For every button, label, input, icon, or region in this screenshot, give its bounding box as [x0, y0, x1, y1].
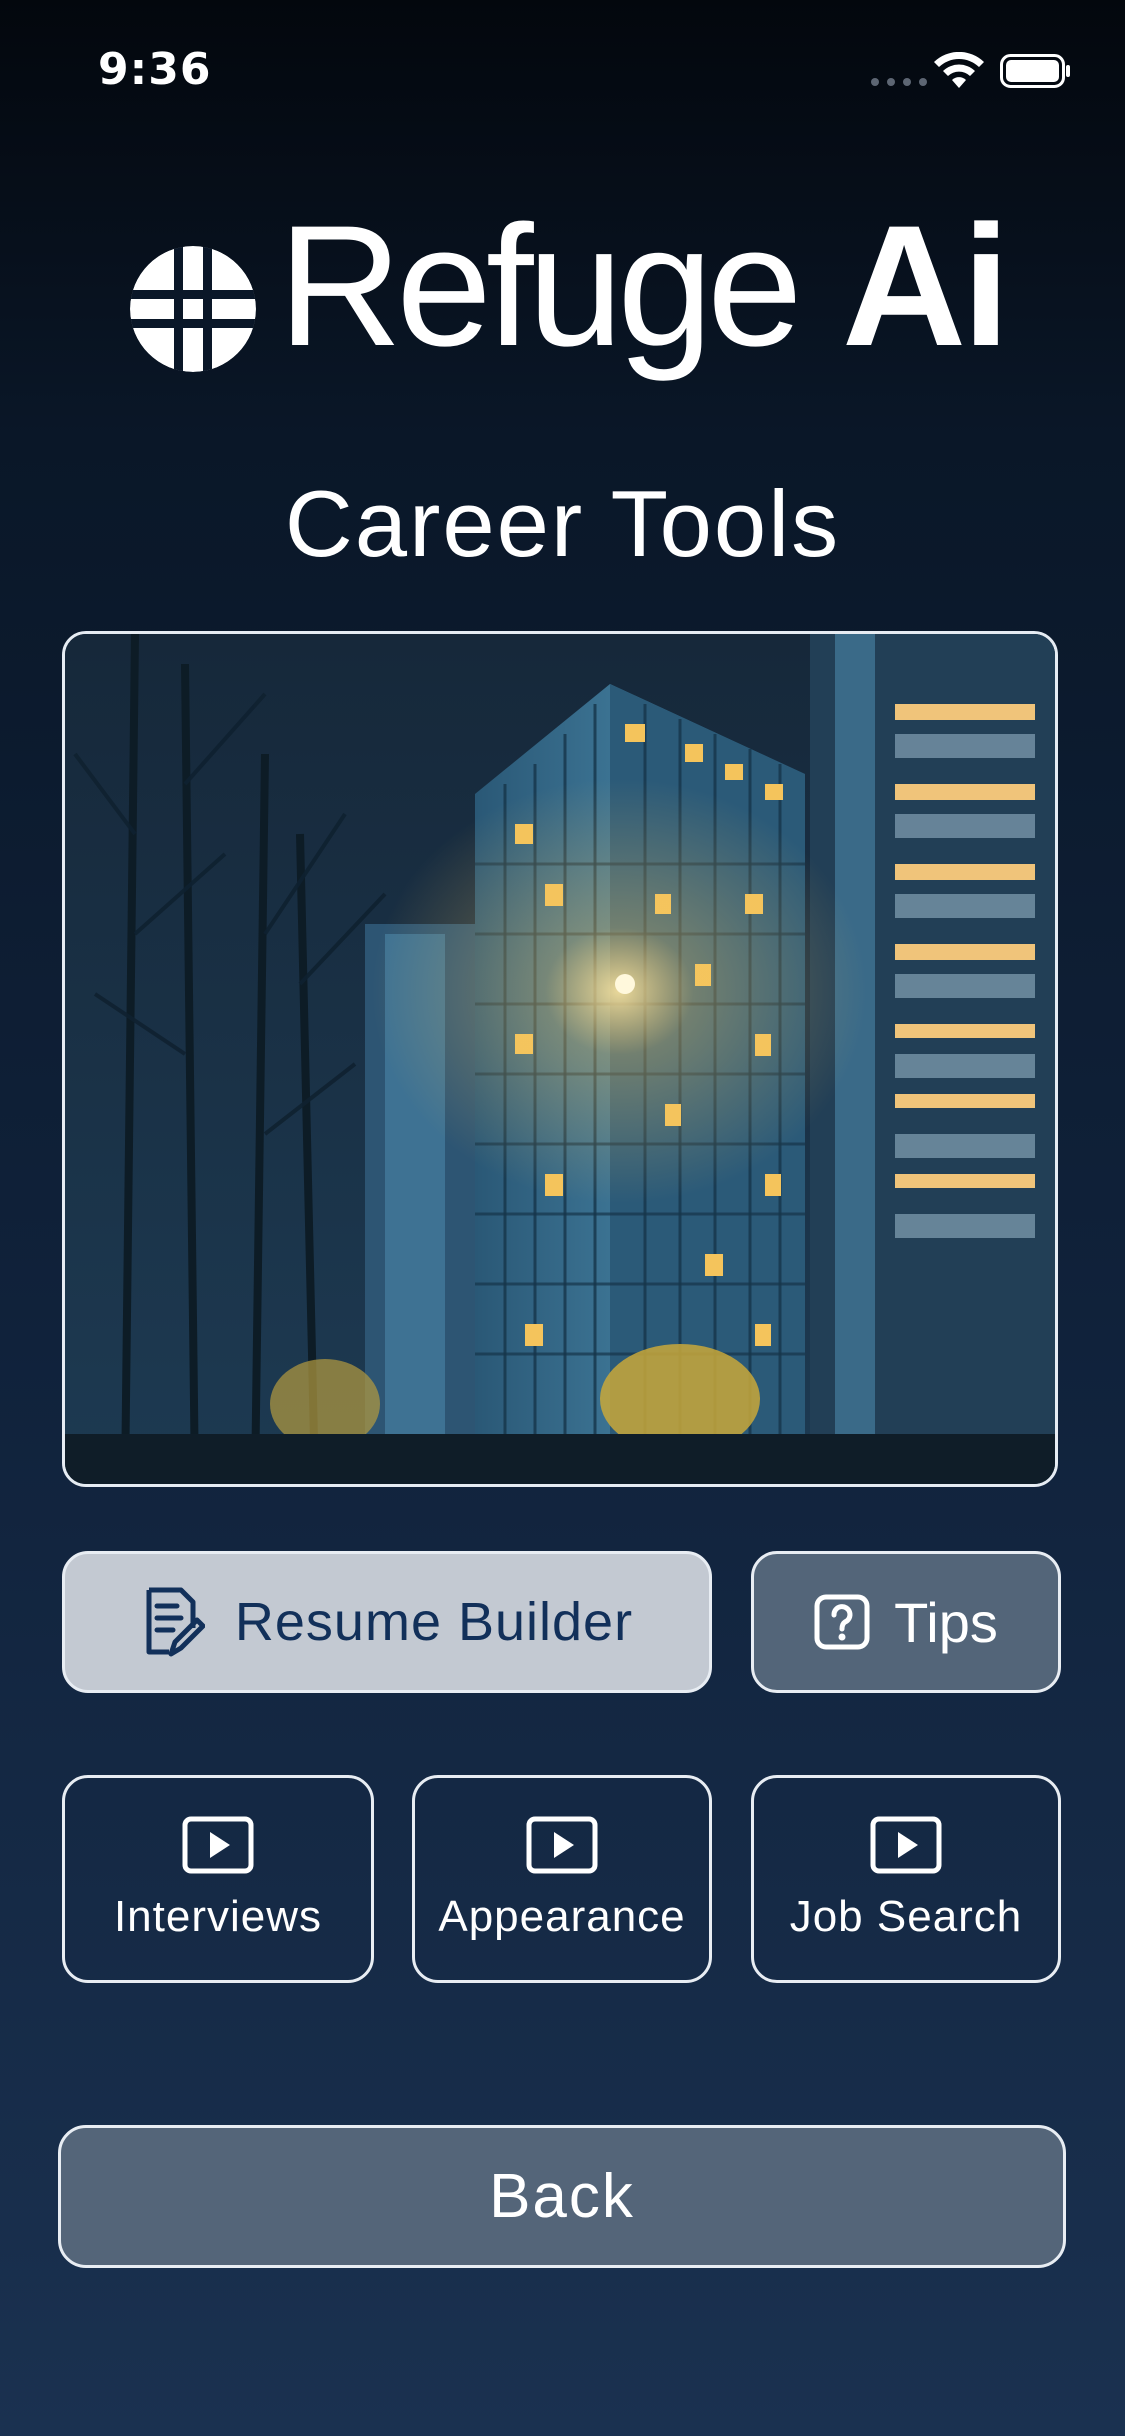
logo-wordmark: Refuge [278, 190, 803, 382]
document-edit-icon [146, 1587, 205, 1657]
play-icon [526, 1816, 598, 1874]
interviews-label: Interviews [113, 1892, 323, 1941]
cellular-signal-icon [871, 78, 927, 86]
tips-button[interactable]: Tips [751, 1551, 1061, 1693]
night-building-illustration [65, 634, 1055, 1484]
battery-icon [1000, 54, 1070, 88]
resume-builder-button[interactable]: Resume Builder [62, 1551, 712, 1693]
status-bar: 9:36 [0, 0, 1125, 140]
job-search-label: Job Search [789, 1892, 1023, 1941]
hero-image [62, 631, 1058, 1487]
question-square-icon [814, 1594, 870, 1650]
status-time: 9:36 [98, 44, 212, 95]
interviews-video-button[interactable]: Interviews [62, 1775, 374, 1983]
logo-ai-mark: Ai [842, 190, 1010, 382]
job-search-video-button[interactable]: Job Search [751, 1775, 1061, 1983]
page-title: Career Tools [284, 471, 841, 576]
career-tools-screen: 9:36 Refuge Ai Career Tools Resume Build… [0, 0, 1125, 2436]
tips-label: Tips [894, 1590, 998, 1654]
appearance-label: Appearance [438, 1892, 686, 1941]
refuge-ai-logo: Refuge Ai [128, 200, 1010, 411]
play-icon [182, 1816, 254, 1874]
wifi-icon [934, 52, 984, 88]
play-icon [870, 1816, 942, 1874]
back-label: Back [489, 2162, 635, 2231]
back-button[interactable]: Back [58, 2125, 1066, 2268]
appearance-video-button[interactable]: Appearance [412, 1775, 712, 1983]
resume-builder-label: Resume Builder [234, 1592, 634, 1652]
logo-mark-icon [130, 246, 256, 372]
